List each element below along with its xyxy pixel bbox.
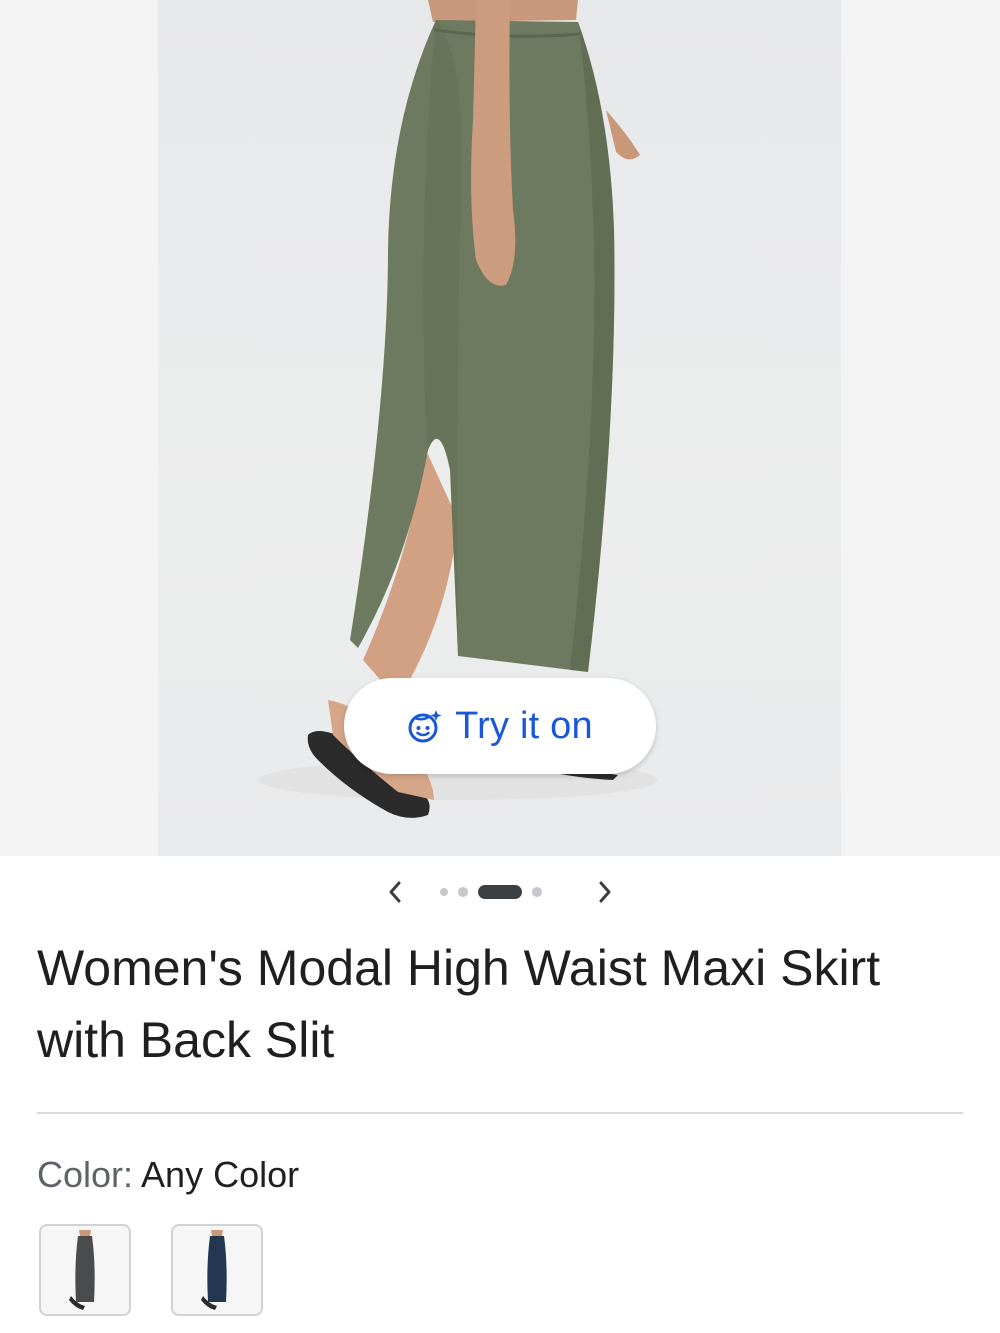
- try-it-on-button[interactable]: Try it on: [344, 678, 656, 774]
- chevron-right-icon: [599, 881, 611, 903]
- swatch-thumbnail: [201, 1230, 227, 1310]
- divider: [37, 1112, 963, 1114]
- carousel-dot[interactable]: [458, 887, 468, 897]
- carousel-dot-active[interactable]: [478, 885, 522, 899]
- face-sparkle-icon: [408, 710, 442, 743]
- product-title: Women's Modal High Waist Maxi Skirt with…: [37, 940, 881, 1068]
- color-swatch-navy[interactable]: [171, 1224, 263, 1316]
- color-selector-label: Color: Any Color: [37, 1152, 299, 1198]
- product-page: Try it on Women's Modal High Waist Maxi …: [0, 0, 1000, 1333]
- try-it-on-label: Try it on: [455, 704, 593, 747]
- carousel-dot[interactable]: [440, 888, 448, 896]
- color-value: Any Color: [141, 1154, 300, 1195]
- next-image-button[interactable]: [587, 874, 623, 910]
- previous-image-button[interactable]: [377, 874, 413, 910]
- carousel-dot[interactable]: [532, 887, 542, 897]
- color-label: Color:: [37, 1154, 134, 1195]
- chevron-left-icon: [389, 881, 401, 903]
- carousel-navigation: [0, 856, 1000, 928]
- swatch-thumbnail: [69, 1230, 95, 1310]
- color-swatch-dark-gray[interactable]: [39, 1224, 131, 1316]
- product-image-carousel[interactable]: Try it on: [0, 0, 1000, 856]
